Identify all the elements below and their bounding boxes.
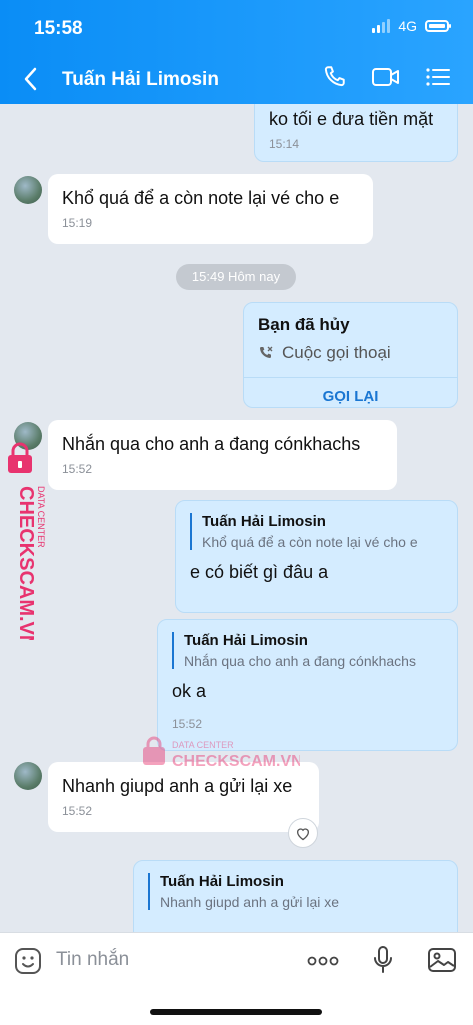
quote-sender: Tuấn Hải Limosin <box>202 513 326 530</box>
message-time: 15:52 <box>172 717 203 731</box>
quoted-message[interactable]: Tuấn Hải Limosin Nhắn qua cho anh a đang… <box>172 632 443 669</box>
back-button[interactable] <box>22 66 38 97</box>
avatar[interactable] <box>14 762 42 790</box>
message-input[interactable]: Tin nhắn <box>56 949 129 971</box>
battery-icon <box>425 20 451 32</box>
status-icons: 4G <box>372 18 451 34</box>
photo-button[interactable] <box>427 946 457 979</box>
incoming-message[interactable]: Nhắn qua cho anh a đang cónkhachs 15:52 <box>48 420 397 490</box>
message-list[interactable]: ko tối e đưa tiền mặt 15:14 Khổ quá để a… <box>0 104 473 932</box>
more-button[interactable] <box>307 954 339 972</box>
watermark-brand: CHECKSCAM.VN <box>15 486 37 640</box>
message-text: Khổ quá để a còn note lại vé cho e <box>62 188 340 208</box>
quoted-message[interactable]: Tuấn Hải Limosin Khổ quá để a còn note l… <box>190 513 443 550</box>
message-text: ok a <box>172 681 207 701</box>
outgoing-reply-message[interactable]: Tuấn Hải Limosin Nhắn qua cho anh a đang… <box>157 619 458 751</box>
sticker-button[interactable] <box>14 947 42 980</box>
message-text: Nhắn qua cho anh a đang cónkhachs <box>62 434 361 454</box>
message-text: ko tối e đưa tiền mặt <box>269 109 434 129</box>
message-time: 15:14 <box>269 137 300 151</box>
chat-title[interactable]: Tuấn Hải Limosin <box>62 69 219 91</box>
quote-sender: Tuấn Hải Limosin <box>184 632 308 649</box>
quote-text: Nhanh giupd anh a gửi lại xe <box>160 894 340 910</box>
options-menu-button[interactable] <box>425 65 451 89</box>
signal-icon <box>372 19 391 33</box>
avatar[interactable] <box>14 176 42 204</box>
home-indicator <box>150 1009 322 1015</box>
video-camera-icon <box>372 68 399 86</box>
top-bar: 15:58 4G Tuấn Hải Limosin <box>0 0 473 104</box>
microphone-icon <box>374 946 392 973</box>
watermark-brand: CHECKSCAM.VN <box>172 753 300 770</box>
chevron-left-icon <box>24 67 37 91</box>
watermark-logo: DATA CENTER CHECKSCAM.VN <box>143 736 300 770</box>
outgoing-reply-message[interactable]: Tuấn Hải Limosin Khổ quá để a còn note l… <box>175 500 458 613</box>
react-button[interactable] <box>288 818 318 848</box>
quote-text: Nhắn qua cho anh a đang cónkhachs <box>184 653 416 669</box>
message-time: 15:19 <box>62 216 93 230</box>
quote-text: Khổ quá để a còn note lại vé cho e <box>202 534 418 550</box>
emoji-icon <box>15 948 41 974</box>
call-message[interactable]: Bạn đã hủy Cuộc gọi thoại GỌI LẠI <box>243 302 458 408</box>
more-dots-icon <box>307 956 339 965</box>
call-back-button[interactable]: GỌI LẠI <box>258 388 443 405</box>
watermark-label: DATA CENTER <box>172 740 234 750</box>
image-icon <box>428 948 456 972</box>
voice-call-button[interactable] <box>321 64 347 90</box>
call-type: Cuộc gọi thoại <box>282 343 391 362</box>
outgoing-message[interactable]: ko tối e đưa tiền mặt 15:14 <box>254 104 458 162</box>
video-call-button[interactable] <box>371 65 401 89</box>
message-text: e có biết gì đâu a <box>190 562 329 582</box>
message-time: 15:52 <box>62 804 93 818</box>
watermark-label: DATA CENTER <box>36 486 46 548</box>
quoted-message[interactable]: Tuấn Hải Limosin Nhanh giupd anh a gửi l… <box>148 873 443 910</box>
message-text: Nhanh giupd anh a gửi lại xe <box>62 776 293 796</box>
outgoing-reply-message[interactable]: Tuấn Hải Limosin Nhanh giupd anh a gửi l… <box>133 860 458 932</box>
heart-icon <box>297 827 309 840</box>
date-separator: 15:49 Hôm nay <box>176 264 296 290</box>
phone-icon <box>324 66 345 87</box>
incoming-message[interactable]: Khổ quá để a còn note lại vé cho e 15:19 <box>48 174 373 244</box>
watermark-logo: CHECKSCAM.VN DATA CENTER <box>8 442 46 640</box>
voice-record-button[interactable] <box>373 945 393 980</box>
missed-call-icon <box>260 346 273 358</box>
quote-sender: Tuấn Hải Limosin <box>160 873 284 890</box>
call-status: Bạn đã hủy <box>258 315 350 334</box>
divider <box>244 377 457 378</box>
list-menu-icon <box>426 68 450 86</box>
message-time: 15:52 <box>62 462 93 476</box>
network-label: 4G <box>398 18 417 34</box>
status-time: 15:58 <box>34 18 83 39</box>
